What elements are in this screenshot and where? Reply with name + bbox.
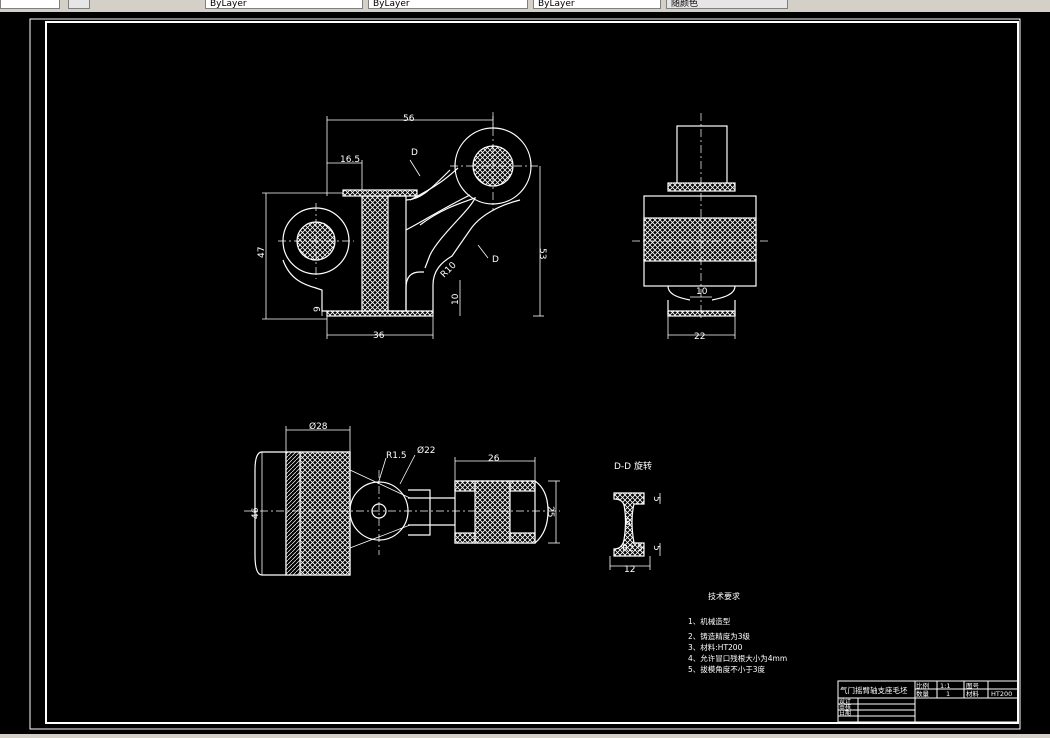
- drawing-canvas[interactable]: 56 16.5 47 53 36 9 10 R10 D D 22 10 Ø28 …: [0, 12, 1050, 734]
- linetype-value: ByLayer: [373, 0, 410, 9]
- side-view: [632, 113, 768, 339]
- drawing-no-label: 图号: [966, 682, 980, 690]
- dim-47: 47: [257, 247, 267, 258]
- dim-25: 25: [545, 506, 555, 517]
- dim-12: 12: [624, 565, 635, 575]
- dim-10-side: 10: [696, 287, 708, 297]
- dim-8: 8: [625, 518, 631, 528]
- dim-r2-5: R2.5: [622, 544, 643, 554]
- dim-5-bottom: 5: [651, 545, 661, 551]
- dim-9: 9: [313, 306, 323, 312]
- lineweight-value: ByLayer: [538, 0, 575, 9]
- material-label: 材料: [966, 689, 980, 698]
- scale-label: 比例: [916, 681, 929, 690]
- part-name: 气门摇臂轴支座毛坯: [840, 685, 908, 695]
- dim-22: 22: [694, 332, 705, 342]
- dim-phi22: Ø22: [417, 445, 436, 456]
- front-view: [262, 112, 544, 339]
- scale-value: 1:1: [940, 682, 950, 690]
- inner-border: [45, 21, 1019, 724]
- linetype-dropdown[interactable]: ByLayer: [368, 0, 528, 9]
- dim-56: 56: [403, 114, 415, 124]
- date-label: 日期: [839, 709, 851, 717]
- section-mark-d-upper: D: [411, 148, 418, 158]
- dim-phi28: Ø28: [309, 421, 328, 432]
- dim-10: 10: [451, 293, 461, 305]
- tech-item-5: 5、拔模角度不小于3度: [688, 664, 766, 674]
- cad-drawing: 56 16.5 47 53 36 9 10 R10 D D 22 10 Ø28 …: [29, 18, 1021, 730]
- section-view: [609, 492, 661, 570]
- dim-36: 36: [373, 331, 385, 341]
- tech-item-1: 1、机械造型: [688, 616, 731, 626]
- qty-label: 数量: [916, 689, 930, 698]
- top-view: [244, 426, 560, 576]
- color-value: ByLayer: [210, 0, 247, 9]
- material-value: HT200: [991, 690, 1012, 698]
- tech-item-4: 4、允许冒口残根大小为4mm: [688, 653, 787, 663]
- plotstyle-value: 随颜色: [671, 0, 699, 9]
- qty-value: 1: [946, 690, 950, 698]
- layer-dropdown[interactable]: [0, 0, 60, 9]
- layer-icon[interactable]: [68, 0, 90, 9]
- dim-26: 26: [488, 454, 500, 464]
- dim-r1-5: R1.5: [386, 451, 407, 461]
- tech-title: 技术要求: [708, 591, 740, 601]
- section-label: D-D 旋转: [614, 460, 652, 472]
- plotstyle-dropdown[interactable]: 随颜色: [666, 0, 788, 9]
- color-dropdown[interactable]: ByLayer: [205, 0, 363, 9]
- dim-46: 46: [251, 507, 261, 519]
- tech-item-2: 2、铸造精度为3级: [688, 631, 751, 641]
- status-bar: [0, 734, 1050, 738]
- dim-16-5: 16.5: [340, 155, 360, 165]
- dim-5-top: 5: [651, 496, 661, 502]
- outer-border: [29, 18, 1021, 730]
- technical-requirements: 技术要求 1、机械造型 2、铸造精度为3级 3、材料:HT200 4、允许冒口残…: [688, 591, 787, 674]
- section-mark-d-lower: D: [492, 255, 499, 265]
- lineweight-dropdown[interactable]: ByLayer: [533, 0, 661, 9]
- dim-53: 53: [537, 248, 547, 259]
- front-view-dimensions: 56 16.5 47 53 36 9 10 R10 D D: [257, 114, 547, 341]
- tech-item-3: 3、材料:HT200: [688, 642, 743, 652]
